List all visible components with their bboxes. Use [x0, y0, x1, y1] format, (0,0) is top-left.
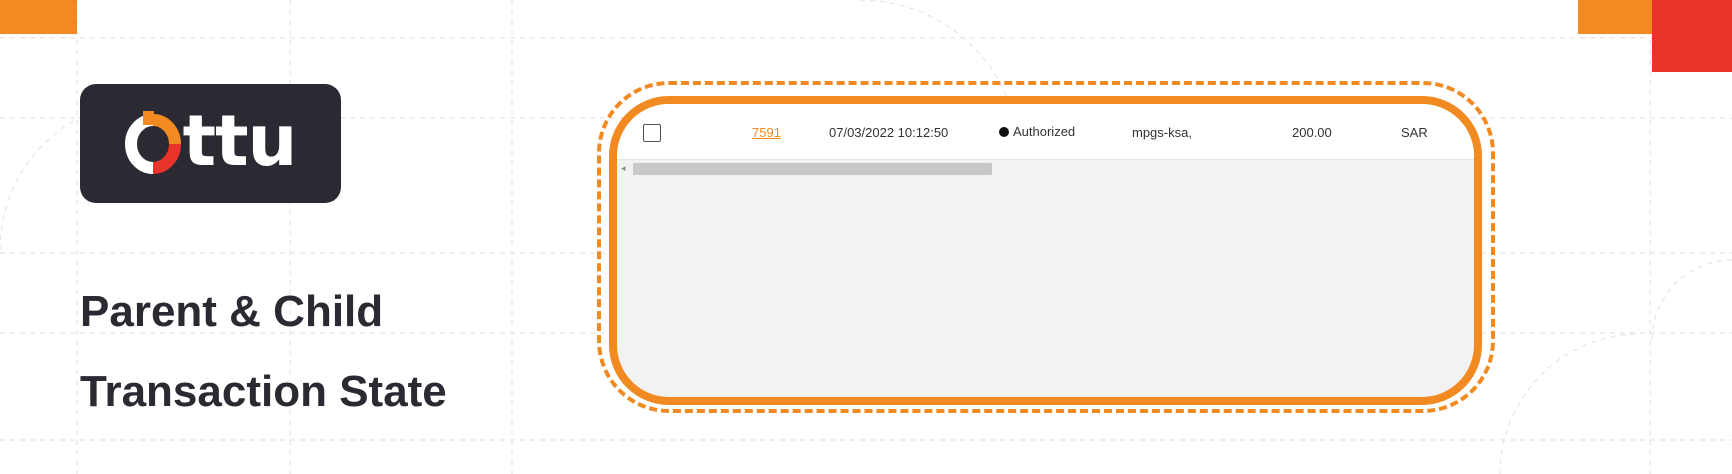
- logo-ring-icon: [124, 110, 181, 174]
- transaction-table-panel: 7591 07/03/2022 10:12:50 Authorized mpgs…: [609, 96, 1482, 405]
- page-headline: Parent & Child Transaction State: [80, 272, 560, 432]
- corner-accent-top-left: [0, 0, 77, 34]
- transaction-gateway: mpgs-ksa,: [1132, 125, 1192, 140]
- table-row[interactable]: 7591 07/03/2022 10:12:50 Authorized mpgs…: [617, 104, 1474, 160]
- headline-line-2: Transaction State: [80, 367, 447, 416]
- scroll-left-arrow-icon[interactable]: ◂: [621, 162, 626, 174]
- transaction-date: 07/03/2022 10:12:50: [829, 125, 949, 140]
- transaction-amount: 200.00: [1292, 125, 1332, 140]
- logo-inner: ttu: [124, 99, 298, 182]
- logo-wordmark: ttu: [182, 99, 298, 182]
- horizontal-scrollbar-thumb[interactable]: [633, 163, 992, 175]
- corner-accent-top-right-red: [1652, 0, 1732, 72]
- ottu-logo: ttu: [80, 84, 341, 203]
- transaction-status: Authorized: [999, 124, 1075, 139]
- transaction-id-link[interactable]: 7591: [752, 125, 781, 140]
- corner-accent-top-right-orange: [1578, 0, 1652, 34]
- status-label: Authorized: [1013, 124, 1076, 139]
- status-dot-icon: [999, 126, 1009, 137]
- headline-line-1: Parent & Child: [80, 287, 384, 336]
- row-checkbox[interactable]: [643, 124, 661, 142]
- transaction-currency: SAR: [1401, 125, 1428, 140]
